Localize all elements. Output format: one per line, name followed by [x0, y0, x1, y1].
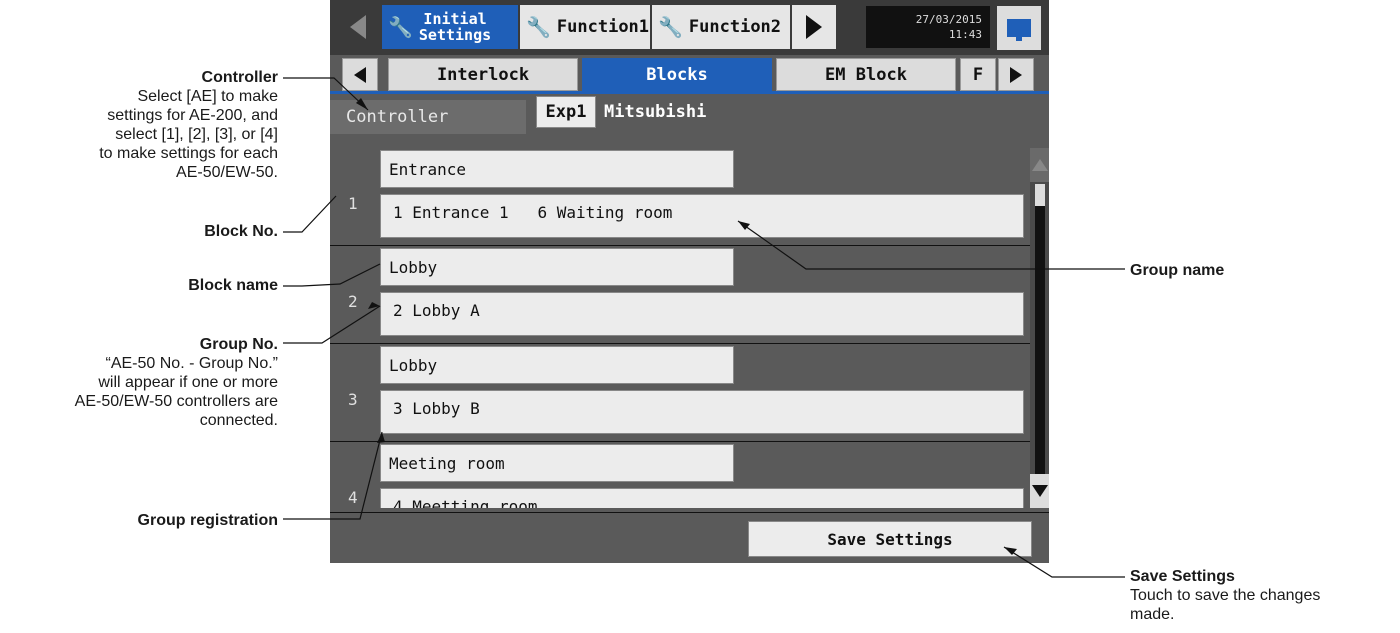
controller-annotation-title: Controller — [201, 69, 278, 86]
top-menu-bar: 🔧 Initial Settings 🔧 Function1 🔧 Functio… — [330, 0, 1049, 55]
group-registration-annotation: Group registration — [137, 512, 278, 529]
tab-initial-settings[interactable]: 🔧 Initial Settings — [382, 5, 518, 49]
block-row: 2 Lobby 2 Lobby A — [330, 246, 1030, 344]
scrollbar[interactable] — [1030, 148, 1049, 508]
device-screen: 🔧 Initial Settings 🔧 Function1 🔧 Functio… — [330, 0, 1049, 563]
sub-tab-em-block[interactable]: EM Block — [776, 58, 956, 91]
sub-tab-bar: Interlock Blocks EM Block F — [330, 55, 1049, 93]
controller-annotation-body: Select [AE] to make settings for AE-200,… — [99, 88, 278, 181]
group-registration-button[interactable]: 4 Meetting room — [380, 488, 1024, 508]
left-arrow-icon — [350, 15, 366, 39]
block-no-annotation: Block No. — [204, 223, 278, 240]
group-registration-button[interactable]: 1 Entrance 1 6 Waiting room — [380, 194, 1024, 238]
tab-function1[interactable]: 🔧 Function1 — [520, 5, 650, 49]
next-menu-button[interactable] — [792, 5, 836, 49]
wrench-icon: 🔧 — [658, 16, 683, 39]
group-registration-button[interactable]: 2 Lobby A — [380, 292, 1024, 336]
block-name-button[interactable]: Entrance — [380, 150, 734, 188]
clock-time: 11:43 — [948, 28, 982, 41]
block-row: 3 Lobby 3 Lobby B — [330, 344, 1030, 442]
scroll-track[interactable] — [1035, 184, 1045, 474]
tab-function2[interactable]: 🔧 Function2 — [652, 5, 790, 49]
save-settings-annotation-body: Touch to save the changes made. — [1130, 587, 1321, 623]
controller-label: Controller — [330, 100, 526, 134]
prev-menu-button[interactable] — [336, 5, 380, 49]
tab-function2-label: Function2 — [688, 17, 782, 37]
block-number: 4 — [348, 488, 358, 507]
controller-annotation: Controller Select [AE] to make settings … — [0, 68, 278, 182]
down-arrow-icon — [1031, 485, 1048, 497]
scroll-thumb[interactable] — [1035, 184, 1045, 206]
left-arrow-icon — [354, 66, 366, 83]
bottom-bar: Save Settings — [330, 512, 1049, 563]
block-name-button[interactable]: Lobby — [380, 248, 734, 286]
tab-function1-label: Function1 — [556, 17, 650, 37]
controller-select-button[interactable]: Exp1 — [536, 96, 596, 128]
block-name-annotation: Block name — [188, 277, 278, 294]
controller-name: Mitsubishi — [604, 102, 707, 122]
sub-tab-interlock[interactable]: Interlock — [388, 58, 578, 91]
save-settings-annotation-title: Save Settings — [1130, 568, 1235, 585]
group-no-annotation-body: “AE-50 No. - Group No.” will appear if o… — [74, 355, 278, 429]
sub-tab-f[interactable]: F — [960, 58, 996, 91]
block-row: 4 Meeting room 4 Meetting room — [330, 442, 1030, 508]
clock-display: 27/03/2015 11:43 — [866, 6, 990, 48]
right-arrow-icon — [806, 15, 822, 39]
group-no-annotation: Group No. “AE-50 No. - Group No.” will a… — [0, 335, 278, 430]
block-number: 3 — [348, 390, 358, 409]
save-settings-annotation: Save Settings Touch to save the changes … — [1130, 567, 1398, 624]
sub-tab-prev-button[interactable] — [342, 58, 378, 91]
block-name-button[interactable]: Meeting room — [380, 444, 734, 482]
save-settings-button[interactable]: Save Settings — [748, 521, 1032, 557]
controller-row: Controller Exp1 Mitsubishi — [330, 94, 1049, 138]
group-no-annotation-title: Group No. — [199, 336, 278, 353]
scroll-down-button[interactable] — [1030, 474, 1049, 508]
sub-tab-blocks[interactable]: Blocks — [582, 58, 772, 91]
wrench-icon: 🔧 — [526, 16, 551, 39]
monitor-button[interactable] — [997, 6, 1041, 50]
up-arrow-icon — [1031, 159, 1048, 171]
scroll-up-button[interactable] — [1030, 148, 1049, 182]
right-arrow-icon — [1010, 66, 1022, 83]
group-registration-button[interactable]: 3 Lobby B — [380, 390, 1024, 434]
sub-tab-next-button[interactable] — [998, 58, 1034, 91]
block-number: 1 — [348, 194, 358, 213]
group-name-annotation: Group name — [1130, 262, 1225, 279]
block-list: 1 Entrance 1 Entrance 1 6 Waiting room 2… — [330, 148, 1030, 508]
block-row: 1 Entrance 1 Entrance 1 6 Waiting room — [330, 148, 1030, 246]
wrench-icon: 🔧 — [388, 16, 413, 39]
clock-date: 27/03/2015 — [915, 13, 982, 26]
block-no-leader-line — [283, 195, 337, 233]
block-name-button[interactable]: Lobby — [380, 346, 734, 384]
monitor-icon — [1007, 19, 1031, 41]
tab-initial-settings-label: Initial Settings — [418, 10, 492, 44]
block-number: 2 — [348, 292, 358, 311]
